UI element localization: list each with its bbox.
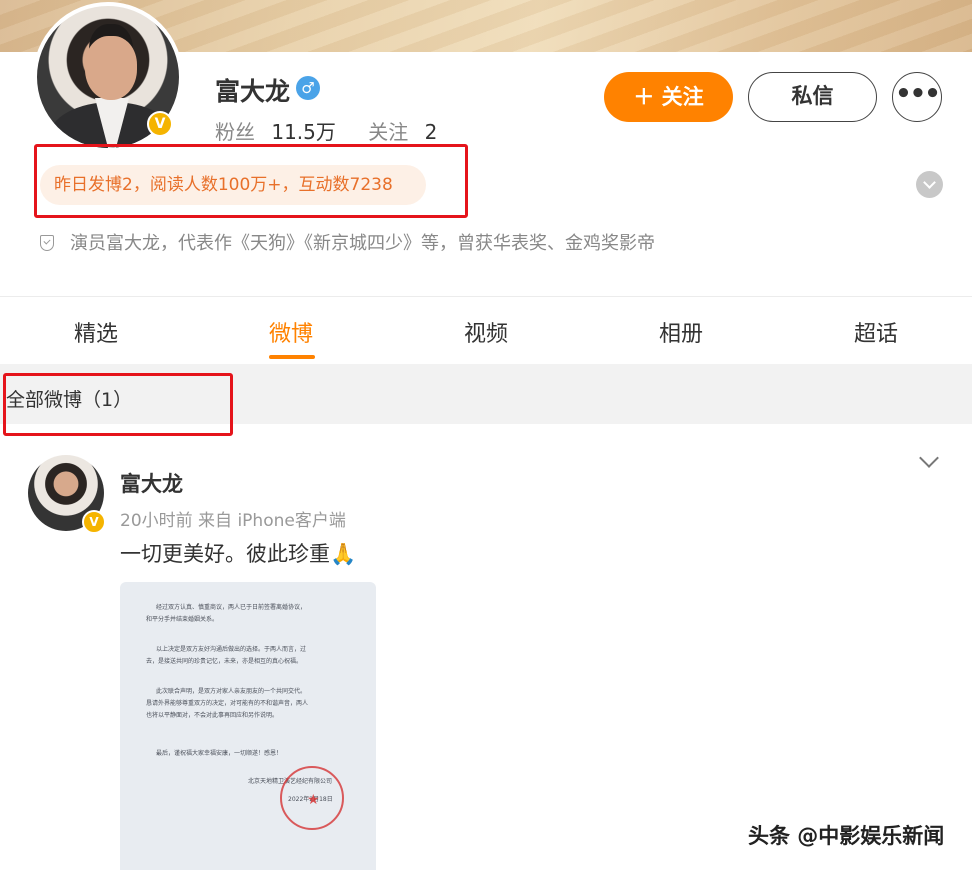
section-divider xyxy=(0,296,972,297)
post-meta: 20小时前 来自 iPhone客户端 xyxy=(120,511,346,531)
gender-male-icon: ♂ xyxy=(296,76,320,100)
doc-line: 和平分手并结束婚姻关系。 xyxy=(146,616,219,623)
follow-label[interactable]: 关注 xyxy=(368,120,408,144)
profile-tabs: 精选 微博 视频 相册 超话 xyxy=(0,298,972,364)
doc-line: 以上决定是双方友好沟通后做出的选择。于两人而言，过 xyxy=(156,646,307,653)
bio-text: 演员富大龙，代表作《天狗》《新京城四少》等，曾获华表奖、金鸡奖影帝 xyxy=(70,233,655,254)
tab-featured[interactable]: 精选 xyxy=(46,316,146,348)
active-tab-indicator xyxy=(269,355,315,359)
fans-count[interactable]: 11.5万 xyxy=(271,120,336,144)
avatar-face xyxy=(85,36,137,100)
watermark: 头条 @中影娱乐新闻 xyxy=(748,824,945,848)
doc-line: 去，是接送共同的珍贵记忆，未来，亦是相互的真心祝福。 xyxy=(146,658,303,665)
more-options-button[interactable]: ••• xyxy=(892,72,942,122)
verified-badge-icon: V xyxy=(147,111,173,137)
fans-label[interactable]: 粉丝 xyxy=(215,120,255,144)
tab-weibo[interactable]: 微博 xyxy=(241,316,341,348)
message-button[interactable]: 私信 xyxy=(748,72,877,122)
doc-line: 恳请外界能够尊重双方的决定，对可能有的不和谐声音，两人 xyxy=(146,700,309,707)
expand-icon[interactable] xyxy=(916,171,943,198)
doc-line: 经过双方认真、慎重商议，两人已于日前签署离婚协议， xyxy=(156,604,307,611)
tab-supertopic[interactable]: 超话 xyxy=(826,316,926,348)
seal-star-icon: ★ xyxy=(307,792,320,808)
doc-line: 也将以平静面对，不会对此事再回应和另作说明。 xyxy=(146,712,279,719)
tab-album[interactable]: 相册 xyxy=(631,316,731,348)
doc-line: 此次联合声明，是双方对家人亲友朋友的一个共同交代。 xyxy=(156,688,307,695)
post-author-name[interactable]: 富大龙 xyxy=(120,468,183,498)
highlight-box-filter xyxy=(3,373,233,436)
shield-icon xyxy=(40,235,54,251)
profile-bio: 演员富大龙，代表作《天狗》《新京城四少》等，曾获华表奖、金鸡奖影帝 xyxy=(40,229,655,255)
post-text: 一切更美好。彼此珍重🙏 xyxy=(120,542,357,566)
tab-video[interactable]: 视频 xyxy=(436,316,536,348)
highlight-box-activity xyxy=(34,144,468,218)
verified-badge-icon: V xyxy=(82,510,106,534)
chevron-down-icon[interactable] xyxy=(919,448,939,468)
doc-line: 最后，谨祝福大家幸福安康，一切顺遂！感恩！ xyxy=(156,750,283,757)
follow-button[interactable]: ＋ 关注 xyxy=(604,72,733,122)
follow-count[interactable]: 2 xyxy=(425,120,438,144)
company-seal: ★ xyxy=(280,766,344,830)
profile-name: 富大龙 xyxy=(215,77,291,106)
profile-stats: 粉丝 11.5万 关注 2 xyxy=(215,116,437,145)
post-image-statement[interactable]: 经过双方认真、慎重商议，两人已于日前签署离婚协议， 和平分手并结束婚姻关系。 以… xyxy=(120,582,376,870)
